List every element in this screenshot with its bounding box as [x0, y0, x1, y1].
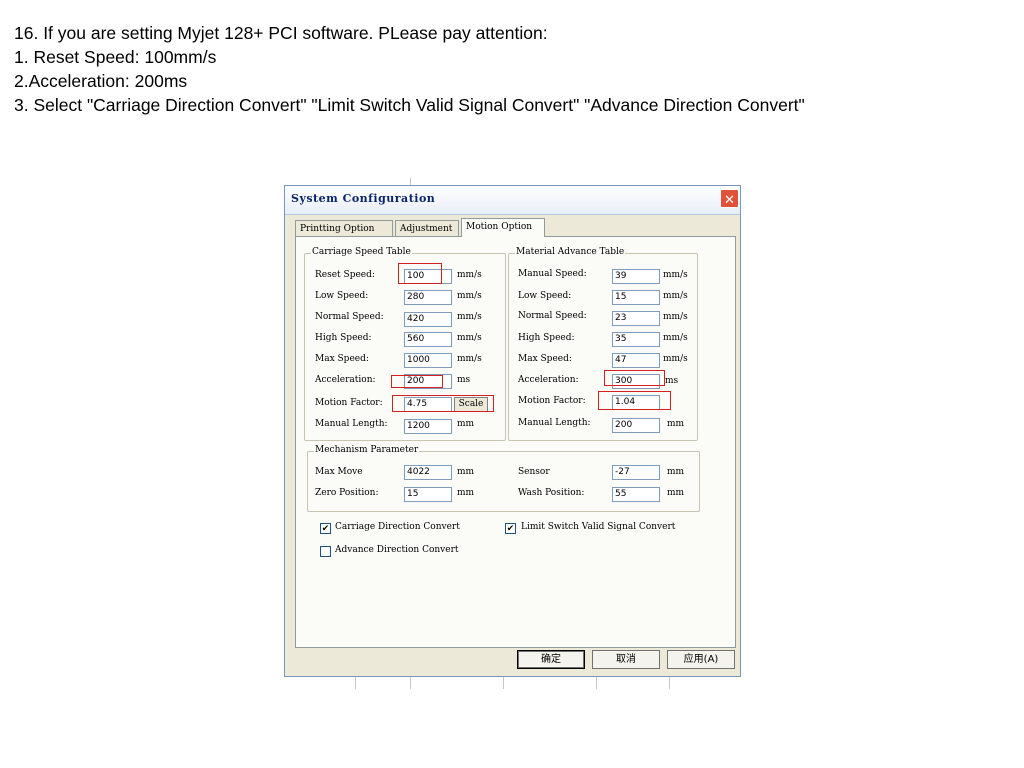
- carriage-low-speed-label: Low Speed:: [315, 291, 369, 301]
- carriage-motion-factor-label: Motion Factor:: [315, 398, 383, 408]
- background-grid-line: [410, 677, 411, 689]
- highlight-carriage-acceleration: [391, 375, 443, 388]
- carriage-manual-length-unit: mm: [457, 419, 475, 429]
- tab-motion-option[interactable]: Motion Option: [461, 218, 545, 237]
- background-grid-line: [355, 677, 356, 689]
- material-normal-speed-input[interactable]: 23: [612, 311, 660, 326]
- carriage-low-speed-unit: mm/s: [457, 291, 482, 301]
- motion-option-panel: Carriage Speed Table Reset Speed: 100 mm…: [295, 236, 736, 648]
- material-manual-length-label: Manual Length:: [518, 418, 591, 428]
- material-max-speed-label: Max Speed:: [518, 354, 572, 364]
- carriage-high-speed-input[interactable]: 560: [404, 332, 452, 347]
- max-move-label: Max Move: [315, 467, 363, 477]
- highlight-carriage-motion-factor: [392, 395, 494, 412]
- carriage-high-speed-unit: mm/s: [457, 333, 482, 343]
- zero-position-unit: mm: [457, 488, 475, 498]
- limit-switch-label: Limit Switch Valid Signal Convert: [521, 522, 676, 532]
- wash-position-unit: mm: [667, 488, 685, 498]
- tab-adjustment[interactable]: Adjustment: [395, 220, 459, 236]
- material-max-speed-unit: mm/s: [663, 354, 688, 364]
- carriage-low-speed-input[interactable]: 280: [404, 290, 452, 305]
- reset-speed-label: Reset Speed:: [315, 270, 375, 280]
- max-move-input[interactable]: 4022: [404, 465, 452, 480]
- check-mark-icon: ✔: [321, 523, 330, 533]
- sensor-label: Sensor: [518, 467, 550, 477]
- close-button[interactable]: ✕: [720, 189, 739, 208]
- carriage-normal-speed-input[interactable]: 420: [404, 312, 452, 327]
- material-high-speed-label: High Speed:: [518, 333, 575, 343]
- advance-direction-checkbox[interactable]: [320, 546, 331, 557]
- dialog-titlebar: System Configuration ✕: [285, 186, 740, 215]
- material-motion-factor-label: Motion Factor:: [518, 396, 586, 406]
- carriage-max-speed-unit: mm/s: [457, 354, 482, 364]
- instruction-line-1: 16. If you are setting Myjet 128+ PCI so…: [14, 23, 548, 43]
- carriage-acceleration-label: Acceleration:: [315, 375, 376, 385]
- sensor-input[interactable]: -27: [612, 465, 660, 480]
- dialog-title: System Configuration: [291, 192, 436, 205]
- background-grid-line: [669, 677, 670, 689]
- background-grid-line: [503, 677, 504, 689]
- material-manual-length-input[interactable]: 200: [612, 418, 660, 433]
- carriage-manual-length-input[interactable]: 1200: [404, 419, 452, 434]
- cancel-button[interactable]: 取消: [592, 650, 660, 669]
- carriage-max-speed-input[interactable]: 1000: [404, 353, 452, 368]
- carriage-acceleration-unit: ms: [457, 375, 471, 385]
- instruction-text: 16. If you are setting Myjet 128+ PCI so…: [14, 21, 805, 117]
- carriage-high-speed-label: High Speed:: [315, 333, 372, 343]
- material-low-speed-input[interactable]: 15: [612, 290, 660, 305]
- highlight-reset-speed: [398, 263, 442, 284]
- material-acceleration-label: Acceleration:: [518, 375, 579, 385]
- reset-speed-unit: mm/s: [457, 270, 482, 280]
- background-grid-line: [596, 677, 597, 689]
- zero-position-label: Zero Position:: [315, 488, 379, 498]
- carriage-normal-speed-unit: mm/s: [457, 312, 482, 322]
- material-advance-group-title: Material Advance Table: [515, 247, 626, 257]
- mechanism-parameter-group-title: Mechanism Parameter: [314, 445, 420, 455]
- material-low-speed-label: Low Speed:: [518, 291, 572, 301]
- limit-switch-checkbox[interactable]: ✔: [505, 523, 516, 534]
- manual-speed-unit: mm/s: [663, 270, 688, 280]
- material-normal-speed-label: Normal Speed:: [518, 311, 587, 321]
- mechanism-parameter-group: Mechanism Parameter: [307, 445, 700, 512]
- instruction-line-3: 2.Acceleration: 200ms: [14, 71, 188, 91]
- max-move-unit: mm: [457, 467, 475, 477]
- carriage-normal-speed-label: Normal Speed:: [315, 312, 384, 322]
- carriage-manual-length-label: Manual Length:: [315, 419, 388, 429]
- zero-position-input[interactable]: 15: [404, 487, 452, 502]
- material-high-speed-input[interactable]: 35: [612, 332, 660, 347]
- apply-button[interactable]: 应用(A): [667, 650, 735, 669]
- system-configuration-dialog: System Configuration ✕ Printting Option …: [284, 185, 741, 677]
- carriage-speed-group-title: Carriage Speed Table: [311, 247, 412, 257]
- instruction-line-2: 1. Reset Speed: 100mm/s: [14, 47, 217, 67]
- ok-button[interactable]: 确定: [517, 650, 585, 669]
- sensor-unit: mm: [667, 467, 685, 477]
- manual-speed-input[interactable]: 39: [612, 269, 660, 284]
- check-mark-icon: ✔: [506, 523, 515, 533]
- material-low-speed-unit: mm/s: [663, 291, 688, 301]
- close-icon: ✕: [724, 192, 735, 207]
- instruction-line-4: 3. Select "Carriage Direction Convert" "…: [14, 95, 805, 115]
- highlight-material-acceleration: [604, 370, 665, 386]
- material-max-speed-input[interactable]: 47: [612, 353, 660, 368]
- wash-position-label: Wash Position:: [518, 488, 585, 498]
- wash-position-input[interactable]: 55: [612, 487, 660, 502]
- material-normal-speed-unit: mm/s: [663, 312, 688, 322]
- tab-printting-option[interactable]: Printting Option: [295, 220, 393, 236]
- material-high-speed-unit: mm/s: [663, 333, 688, 343]
- carriage-max-speed-label: Max Speed:: [315, 354, 369, 364]
- advance-direction-label: Advance Direction Convert: [335, 545, 459, 555]
- highlight-material-motion-factor: [598, 391, 671, 410]
- material-manual-length-unit: mm: [667, 419, 685, 429]
- manual-speed-label: Manual Speed:: [518, 269, 587, 279]
- material-acceleration-unit: ms: [665, 376, 679, 386]
- carriage-direction-label: Carriage Direction Convert: [335, 522, 460, 532]
- carriage-direction-checkbox[interactable]: ✔: [320, 523, 331, 534]
- material-advance-group: Material Advance Table: [508, 247, 698, 441]
